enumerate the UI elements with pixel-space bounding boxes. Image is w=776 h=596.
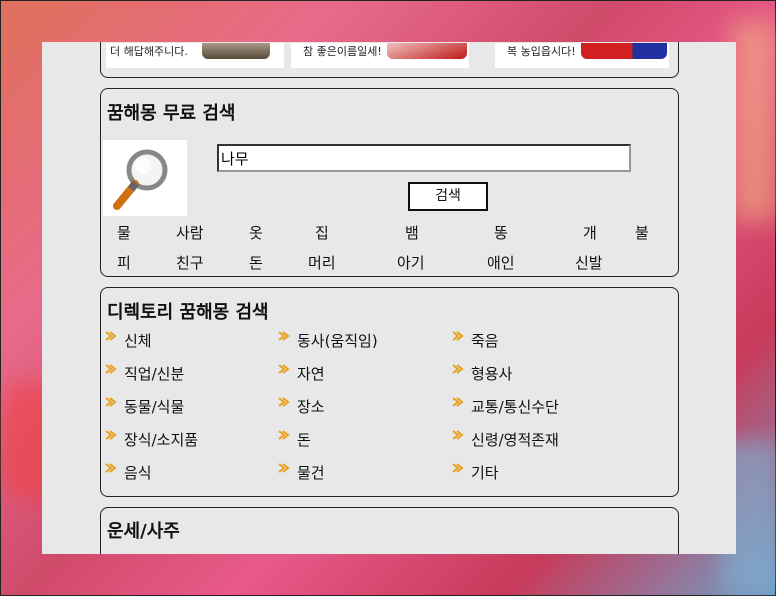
keyword-link[interactable]: 친구 (176, 252, 204, 273)
keyword-link[interactable]: 사람 (176, 222, 204, 243)
double-arrow-icon (452, 331, 464, 341)
double-arrow-icon (452, 463, 464, 473)
panel-title: 디렉토리 꿈해몽 검색 (107, 302, 269, 323)
banner-dream[interactable]: 더 해답해주니다. (106, 43, 284, 68)
directory-panel: 디렉토리 꿈해몽 검색 신체직업/신분동물/식물장식/소지품음식 동사(움직임) 자… (100, 287, 679, 497)
keyword-link[interactable]: 신발 (575, 252, 603, 273)
directory-link[interactable]: 장소 (297, 396, 325, 417)
directory-link[interactable]: 기타 (471, 462, 499, 483)
double-arrow-icon (105, 364, 117, 374)
double-arrow-icon (278, 397, 290, 407)
search-input[interactable] (217, 144, 631, 172)
directory-link[interactable]: 음식 (124, 462, 152, 483)
keyword-link[interactable]: 불 (635, 222, 649, 243)
panel-title: 꿈해몽 무료 검색 (107, 103, 236, 124)
keyword-link[interactable]: 물 (117, 222, 131, 243)
fortune-panel: 운세/사주 (100, 507, 679, 554)
directory-link[interactable]: 자연 (297, 363, 325, 384)
double-arrow-icon (452, 364, 464, 374)
keyword-link[interactable]: 뱀 (405, 222, 419, 243)
directory-link[interactable]: 형용사 (471, 363, 512, 384)
keyword-link[interactable]: 똥 (494, 222, 508, 243)
free-search-panel: 꿈해몽 무료 검색 검색 물 사람 옷 집 뱀 똥 개 불 피 친구 돈 머리 … (100, 88, 679, 277)
directory-link[interactable]: 신령/영적존재 (471, 429, 559, 450)
double-arrow-icon (278, 331, 290, 341)
directory-link[interactable]: 장식/소지품 (124, 429, 198, 450)
double-arrow-icon (278, 364, 290, 374)
banner-caption: 더 해답해주니다. (110, 45, 188, 58)
keyword-link[interactable]: 아기 (397, 252, 425, 273)
banner-caption: 복 농입읍시다! (507, 45, 576, 58)
double-arrow-icon (105, 397, 117, 407)
banner-book-art (202, 43, 270, 59)
content-area: 더 해답해주니다. 참 좋은이름일세! 복 농입읍시다! 꿈해몽 무료 검색 검… (42, 42, 736, 554)
directory-link[interactable]: 돈 (297, 429, 311, 450)
banner-caption: 참 좋은이름일세! (303, 45, 382, 58)
banner-figure-art (581, 43, 667, 59)
double-arrow-icon (452, 430, 464, 440)
double-arrow-icon (452, 397, 464, 407)
keyword-link[interactable]: 개 (583, 222, 597, 243)
directory-link[interactable]: 죽음 (471, 330, 499, 351)
keyword-link[interactable]: 집 (315, 222, 329, 243)
directory-link[interactable]: 직업/신분 (124, 363, 184, 384)
keyword-link[interactable]: 애인 (487, 252, 515, 273)
directory-link[interactable]: 동사(움직임) (297, 330, 378, 351)
keyword-link[interactable]: 돈 (249, 252, 263, 273)
directory-link[interactable]: 물건 (297, 462, 325, 483)
keyword-link[interactable]: 머리 (308, 252, 336, 273)
double-arrow-icon (105, 463, 117, 473)
banner-person-art (387, 43, 467, 59)
magnifier-image (103, 140, 187, 216)
directory-link[interactable]: 동물/식물 (124, 396, 184, 417)
banner-fortune[interactable]: 복 농입읍시다! (495, 43, 669, 68)
banner-name[interactable]: 참 좋은이름일세! (291, 43, 469, 68)
directory-link[interactable]: 교통/통신수단 (471, 396, 559, 417)
keyword-link[interactable]: 피 (117, 252, 131, 273)
background-blob (731, 21, 776, 221)
directory-link[interactable]: 신체 (124, 330, 152, 351)
magnifier-icon (113, 149, 168, 210)
banner-panel: 더 해답해주니다. 참 좋은이름일세! 복 농입읍시다! (100, 42, 679, 78)
double-arrow-icon (278, 430, 290, 440)
double-arrow-icon (278, 463, 290, 473)
double-arrow-icon (105, 331, 117, 341)
keyword-link[interactable]: 옷 (249, 222, 263, 243)
search-button[interactable]: 검색 (408, 182, 488, 211)
panel-title: 운세/사주 (107, 521, 180, 542)
double-arrow-icon (105, 430, 117, 440)
